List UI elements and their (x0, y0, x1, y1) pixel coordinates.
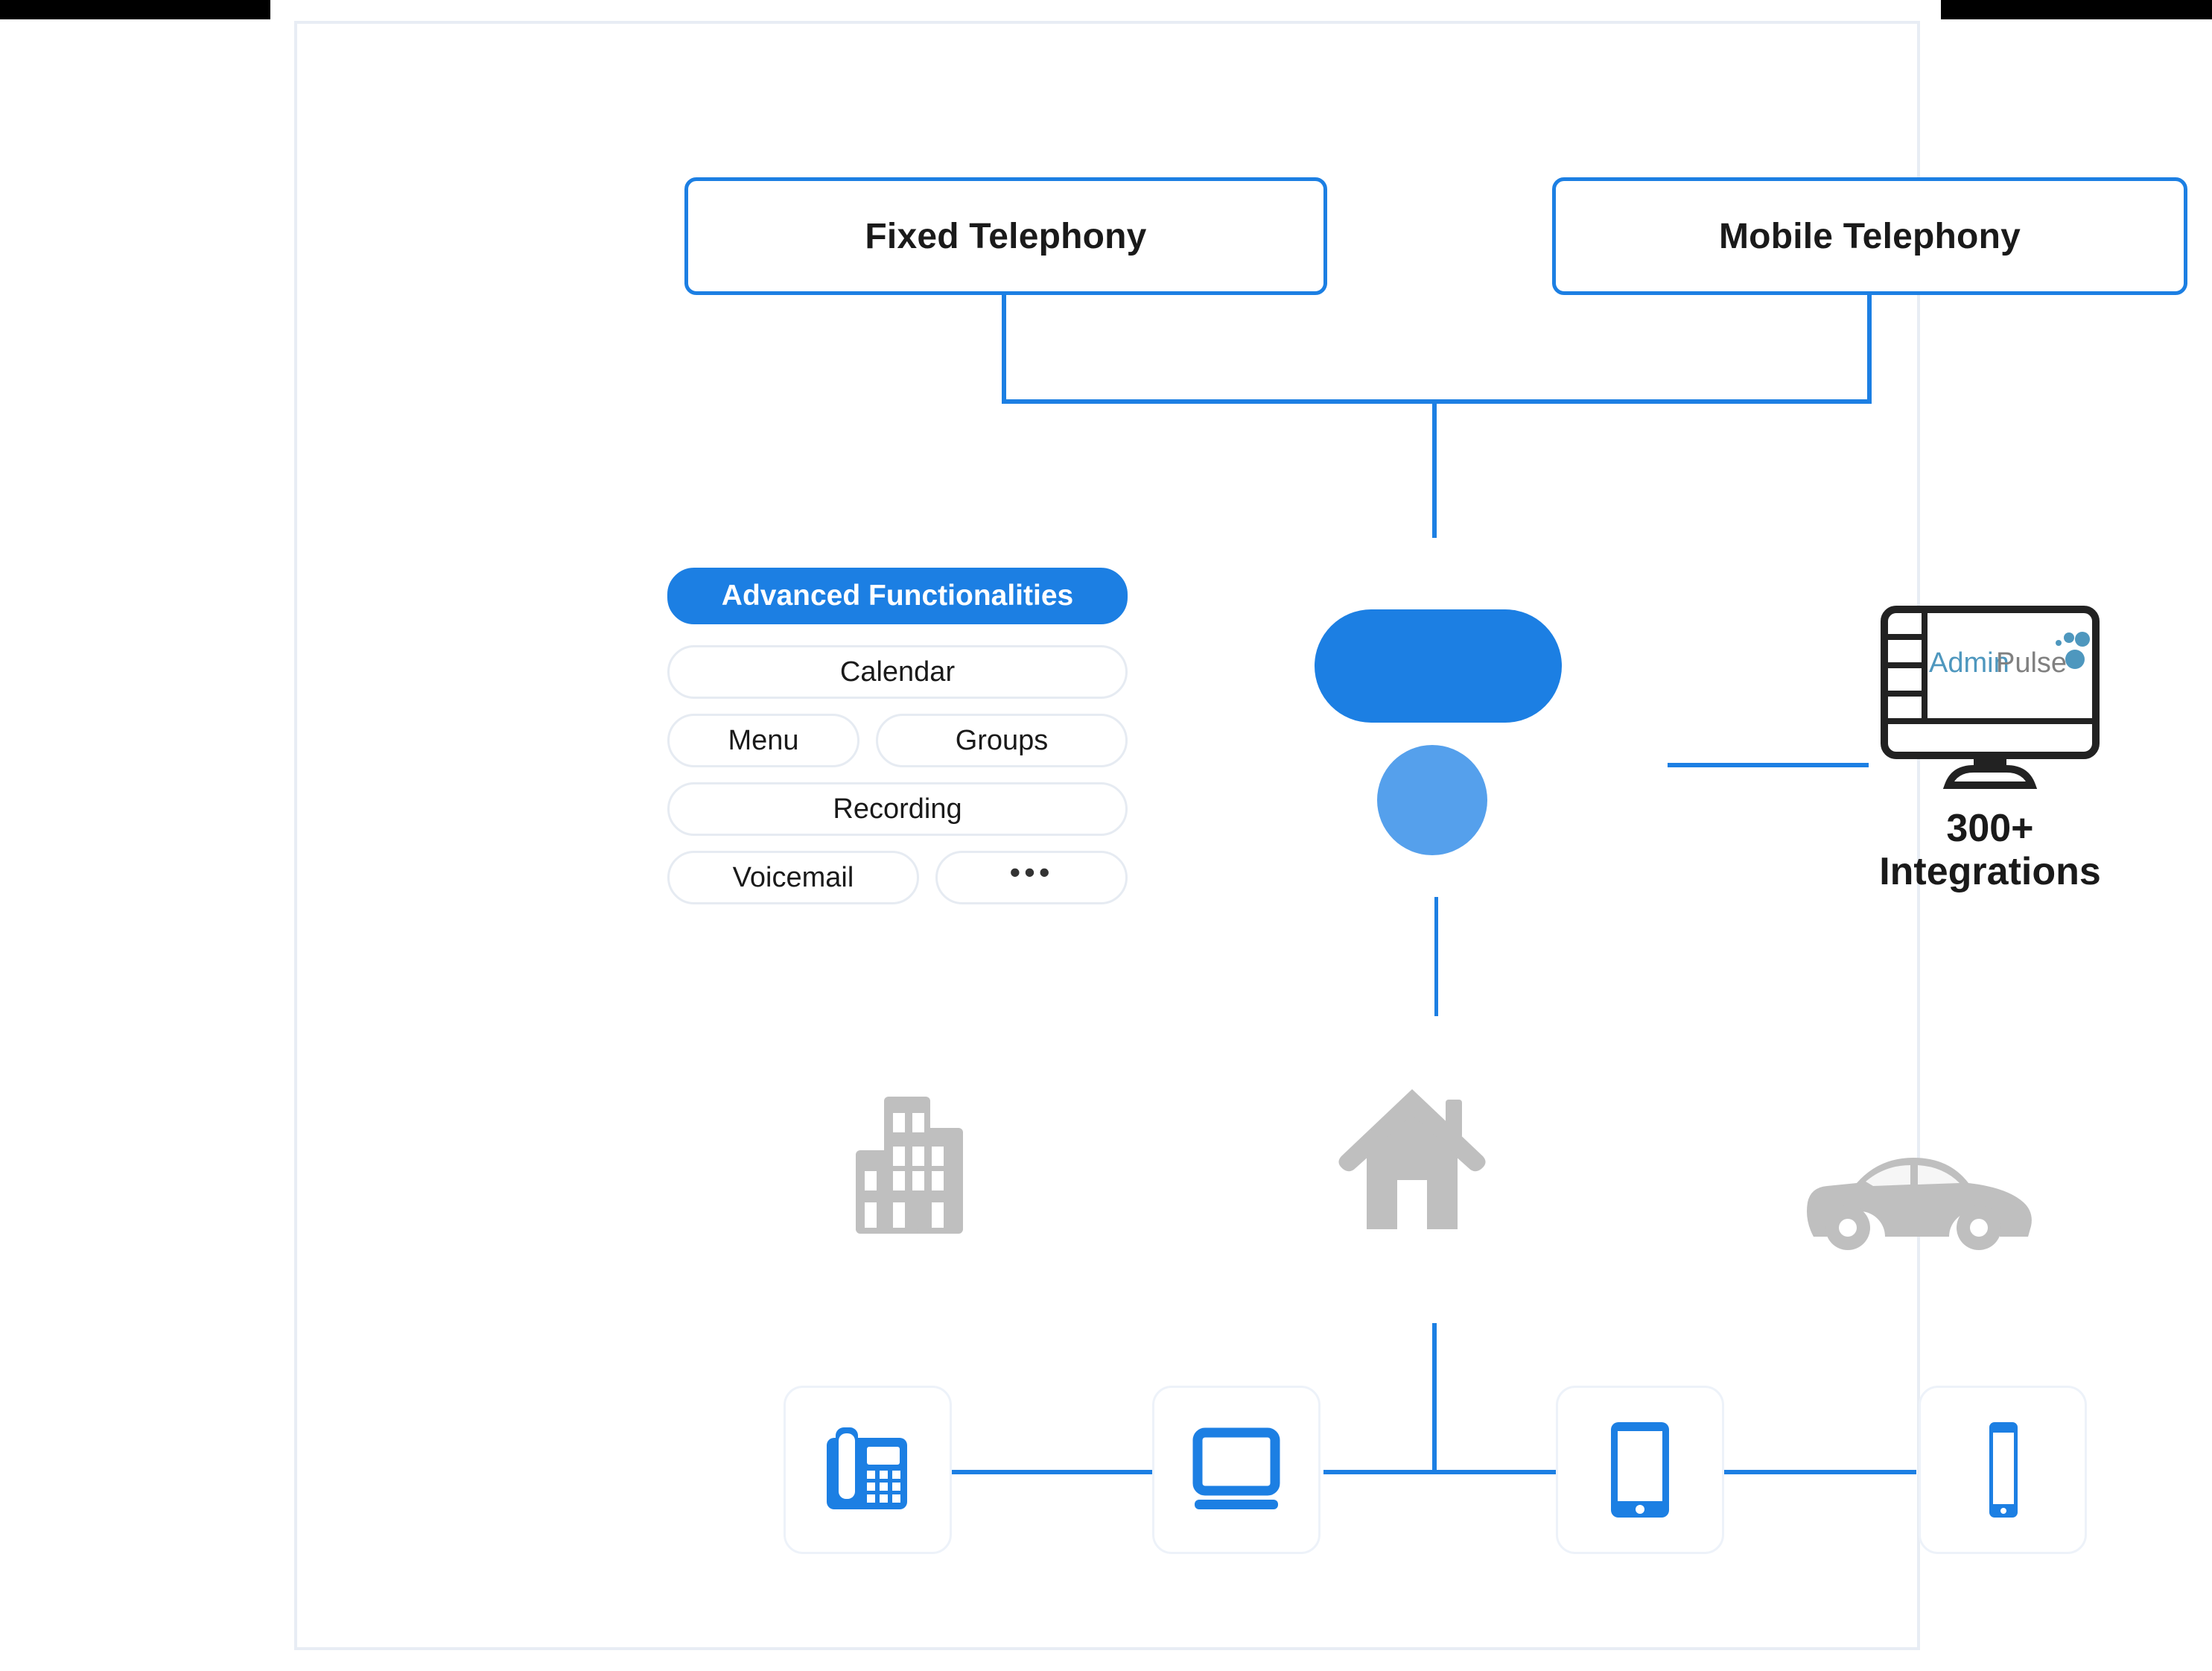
connector-trunk (1432, 399, 1437, 538)
connector-device-bus-3 (1700, 1470, 1916, 1474)
device-card-smartphone[interactable] (1919, 1386, 2087, 1554)
connector-device-bus-2 (1323, 1470, 1581, 1474)
function-pill-recording[interactable]: Recording (667, 782, 1128, 836)
connector-integrations (1668, 763, 1869, 767)
function-pill-more[interactable]: ••• (935, 851, 1128, 904)
device-card-tablet[interactable] (1556, 1386, 1724, 1554)
car-icon (1794, 1149, 2033, 1257)
function-pill-groups[interactable]: Groups (876, 714, 1128, 767)
function-pill-voicemail[interactable]: Voicemail (667, 851, 919, 904)
function-pill-calendar[interactable]: Calendar (667, 645, 1128, 699)
adminpulse-dot-xlarge (2065, 650, 2085, 669)
smartphone-icon (1989, 1422, 2018, 1518)
adminpulse-dot-large (2075, 632, 2090, 647)
function-pill-menu[interactable]: Menu (667, 714, 859, 767)
connector-fixed-down (1002, 295, 1006, 404)
functions-row: Menu Groups (667, 714, 1128, 767)
adminpulse-dot-small (2056, 640, 2062, 646)
connector-logo-to-house (1434, 897, 1438, 1016)
office-building-icon (848, 1091, 997, 1243)
integrations-count: 300+ (1946, 807, 2034, 850)
functions-row: Calendar (667, 645, 1128, 699)
integrations-word: Integrations (1879, 850, 2101, 894)
fixed-telephony-label: Fixed Telephony (865, 216, 1147, 256)
letterbox-bar-left (0, 0, 270, 19)
functions-row: Voicemail ••• (667, 851, 1128, 904)
device-card-desk-phone[interactable] (784, 1386, 952, 1554)
advanced-functionalities-panel: Advanced Functionalities Calendar Menu G… (667, 568, 1128, 919)
letterbox-bar-right (1941, 0, 2212, 19)
connector-bracket (1002, 399, 1872, 404)
adminpulse-dot-medium (2064, 632, 2074, 643)
node-mobile-telephony[interactable]: Mobile Telephony (1552, 177, 2187, 295)
mobile-telephony-label: Mobile Telephony (1719, 216, 2021, 256)
adminpulse-logo-second: Pulse (1996, 647, 2067, 679)
device-card-laptop[interactable] (1152, 1386, 1320, 1554)
brand-logo-circle (1377, 745, 1487, 855)
monitor-icon: Admin Pulse (1881, 606, 2100, 789)
diagram-frame: Fixed Telephony Mobile Telephony Advance… (294, 21, 2187, 1650)
connector-mobile-down (1867, 295, 1872, 404)
integrations-caption: 300+ Integrations (1875, 807, 2105, 893)
tablet-icon (1611, 1422, 1669, 1518)
brand-logo-pill (1315, 609, 1562, 723)
desk-phone-icon (827, 1427, 907, 1509)
integrations-block: Admin Pulse 300+ Integrations (1875, 603, 2105, 893)
house-icon (1334, 1082, 1490, 1242)
laptop-icon (1192, 1427, 1280, 1509)
functions-row: Recording (667, 782, 1128, 836)
advanced-functionalities-header: Advanced Functionalities (667, 568, 1128, 624)
connector-house-to-devices (1432, 1323, 1437, 1472)
node-fixed-telephony[interactable]: Fixed Telephony (684, 177, 1327, 295)
